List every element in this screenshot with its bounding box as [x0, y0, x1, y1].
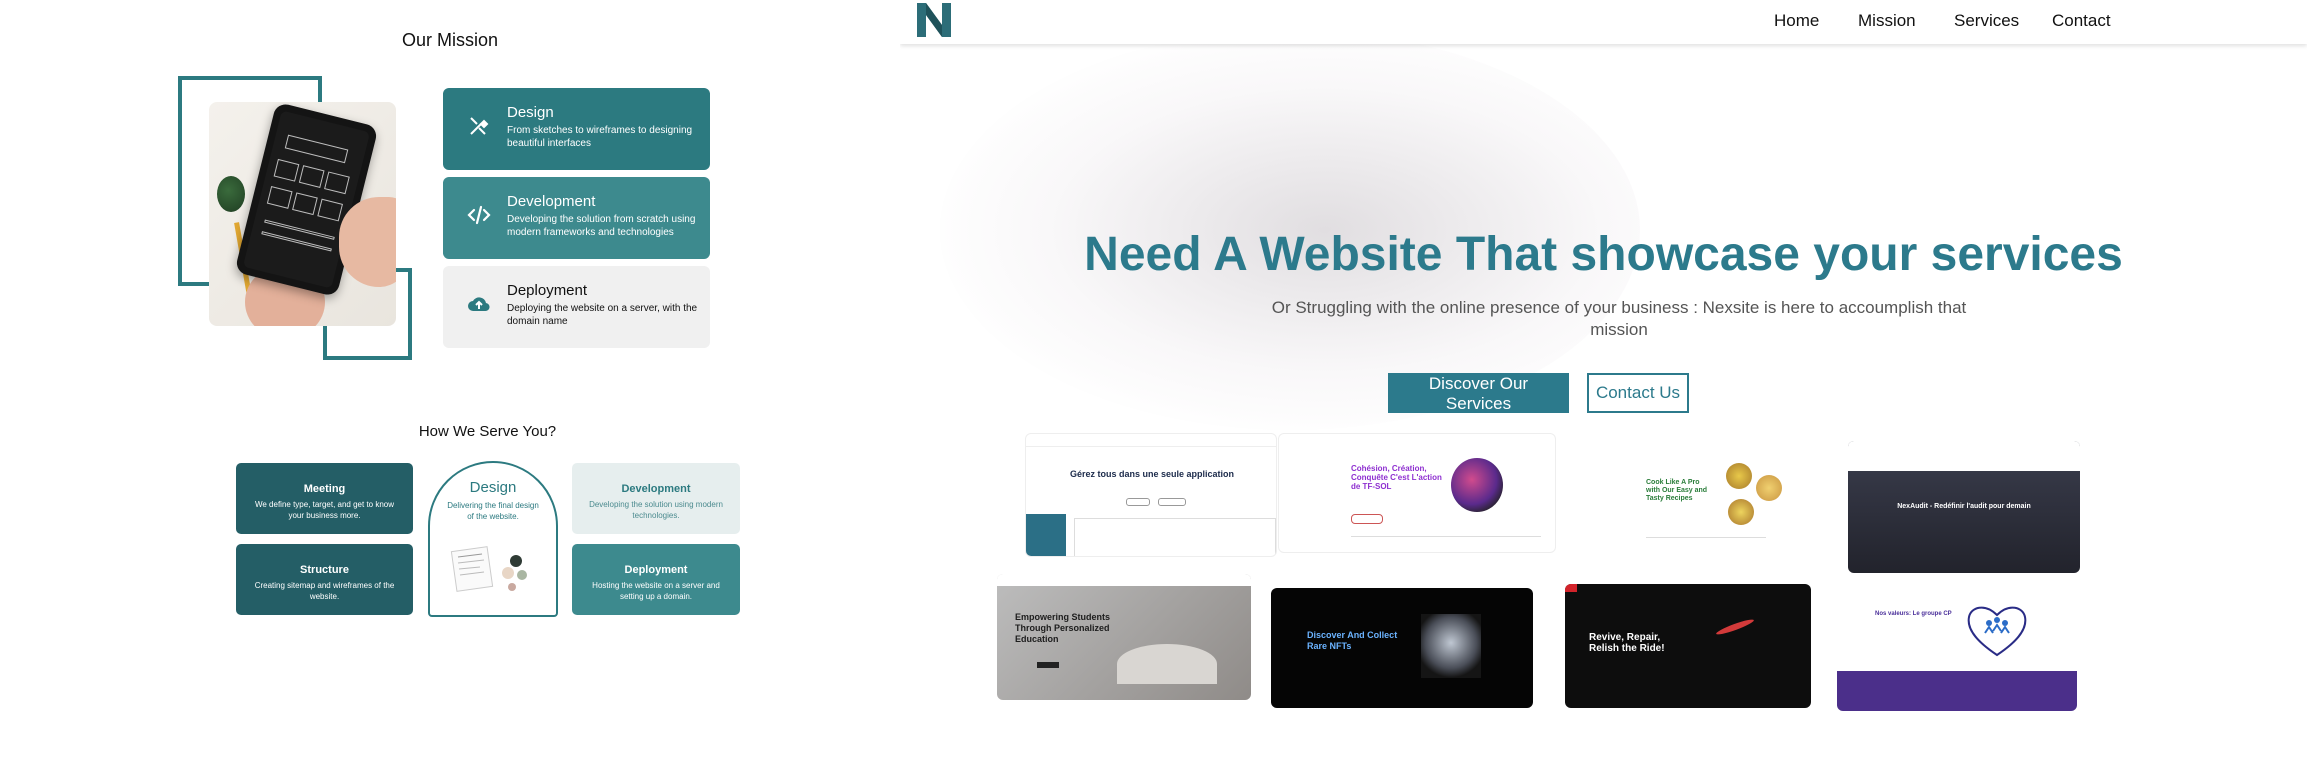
serve-card-title: Deployment [624, 564, 688, 576]
mission-card-desc: Deploying the website on a server, with … [507, 303, 698, 327]
navbar: Home Mission Services Contact [900, 0, 2307, 44]
mission-title: Our Mission [401, 30, 499, 50]
nexsite-logo-icon[interactable] [915, 1, 953, 39]
portfolio-thumb-recipes[interactable]: Cook Like A Pro with Our Easy and Tasty … [1600, 441, 1824, 557]
serve-title: How We Serve You? [418, 423, 557, 440]
cloud-upload-icon [468, 297, 490, 312]
mission-card-design: Design From sketches to wireframes to de… [443, 88, 710, 170]
serve-card-design: Design Delivering the final design of th… [428, 461, 558, 617]
thumb-caption: Nos valeurs: Le groupe CP [1875, 611, 1952, 617]
mission-panel: Our Mission Design From sketches to wire… [0, 0, 900, 768]
discover-services-button[interactable]: Discover Our Services [1388, 373, 1569, 413]
serve-card-desc: Delivering the final design of the websi… [447, 501, 539, 521]
mission-card-development: Development Developing the solution from… [443, 177, 710, 259]
serve-card-desc: Creating sitemap and wireframes of the w… [254, 581, 395, 601]
thumb-caption: Revive, Repair, Relish the Ride! [1589, 632, 1665, 654]
serve-card-development: Development Developing the solution usin… [572, 463, 740, 534]
heart-people-icon [1967, 606, 2027, 657]
nav-link-mission[interactable]: Mission [1858, 11, 1916, 31]
serve-card-title: Structure [300, 564, 349, 576]
design-tools-icon [470, 117, 489, 135]
serve-card-desc: Hosting the website on a server and sett… [592, 581, 720, 601]
portfolio-thumb-valeurs[interactable]: Nos valeurs: Le groupe CP [1837, 585, 2077, 711]
design-sketch-illustration [450, 546, 527, 592]
serve-card-desc: We define type, target, and get to know … [254, 500, 395, 520]
mission-card-deployment: Deployment Deploying the website on a se… [443, 266, 710, 348]
mission-card-desc: Developing the solution from scratch usi… [507, 214, 696, 238]
serve-card-title: Meeting [303, 483, 346, 495]
hero-subtitle: Or Struggling with the online presence o… [1271, 298, 1967, 339]
mission-card-title: Development [507, 193, 596, 210]
mission-card-title: Design [507, 104, 554, 121]
serve-card-deployment: Deployment Hosting the website on a serv… [572, 544, 740, 615]
plant-decoration [217, 176, 245, 212]
serve-card-title: Development [621, 483, 691, 495]
thumb-caption: Empowering Students Through Personalized… [1015, 612, 1111, 644]
portfolio-thumb-education[interactable]: Empowering Students Through Personalized… [997, 574, 1251, 700]
serve-card-meeting: Meeting We define type, target, and get … [236, 463, 413, 534]
mission-card-title: Deployment [507, 282, 588, 299]
thumb-caption: Cohésion, Création, Conquête C'est L'act… [1351, 464, 1442, 491]
portfolio-thumb-repair[interactable]: Revive, Repair, Relish the Ride! [1565, 584, 1811, 708]
thumb-caption: Gérez tous dans une seule application [1069, 469, 1235, 479]
nav-link-contact[interactable]: Contact [2052, 11, 2111, 31]
thumb-caption: Discover And Collect Rare NFTs [1307, 630, 1398, 651]
thumb-caption: NexAudit - Redéfinir l'audit pour demain [1897, 503, 2031, 510]
portfolio-thumb-nexaudit[interactable]: NexAudit - Redéfinir l'audit pour demain [1848, 441, 2080, 573]
serve-card-structure: Structure Creating sitemap and wireframe… [236, 544, 413, 615]
mission-card-desc: From sketches to wireframes to designing… [507, 125, 693, 149]
hero-title: Need A Website That showcase your servic… [1084, 228, 2123, 281]
portfolio-thumb-app[interactable]: Gérez tous dans une seule application [1025, 433, 1277, 557]
code-icon [467, 205, 491, 225]
serve-card-desc: Developing the solution using modern tec… [589, 500, 723, 520]
serve-card-title: Design [469, 479, 517, 496]
contact-us-button[interactable]: Contact Us [1587, 373, 1689, 413]
portfolio-thumb-nft[interactable]: Discover And Collect Rare NFTs [1271, 588, 1533, 708]
nav-link-home[interactable]: Home [1774, 11, 1819, 31]
thumb-caption: Cook Like A Pro with Our Easy and Tasty … [1646, 479, 1708, 502]
nav-link-services[interactable]: Services [1954, 11, 2019, 31]
portfolio-thumb-tf-sol[interactable]: Cohésion, Création, Conquête C'est L'act… [1278, 433, 1556, 553]
tablet-photo [209, 102, 396, 326]
hand-decoration [339, 197, 396, 287]
landing-page: Home Mission Services Contact Need A Web… [900, 0, 2307, 768]
